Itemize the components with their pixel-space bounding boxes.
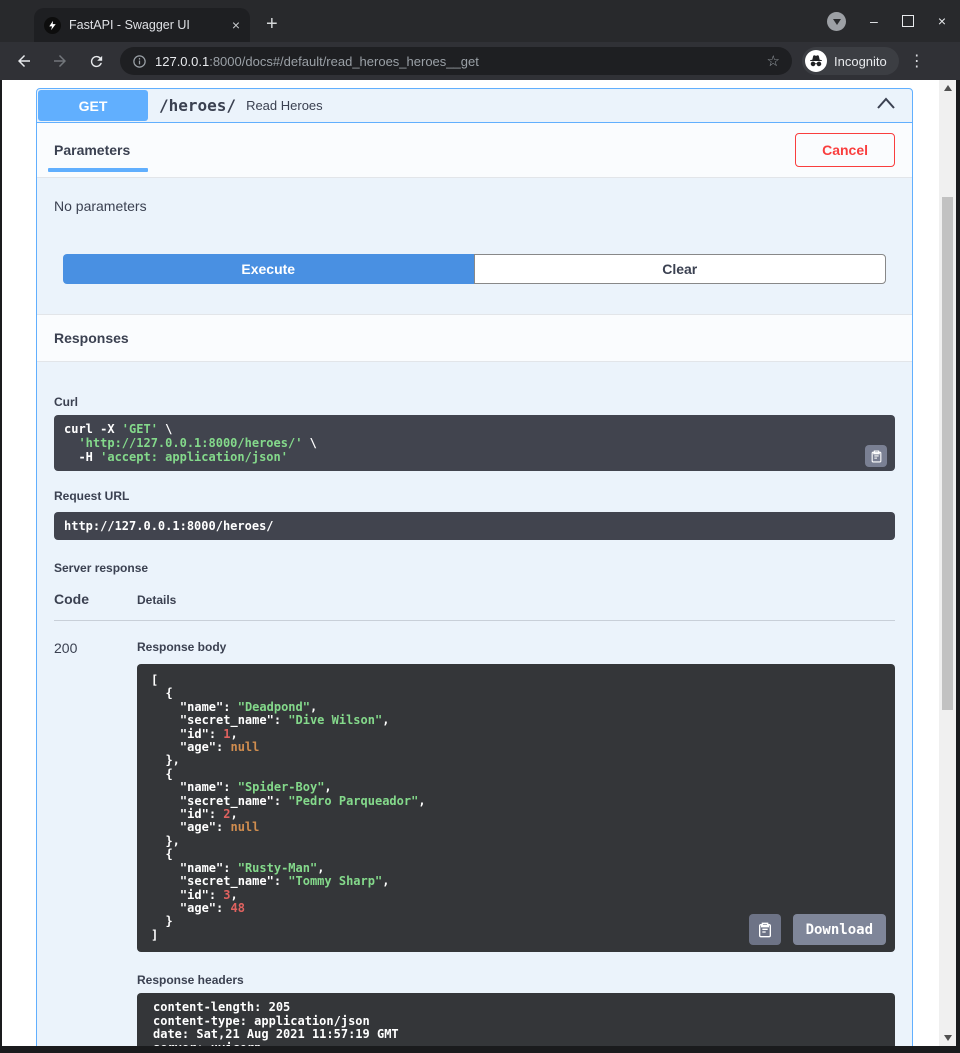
scrollbar-thumb[interactable] [942, 197, 953, 710]
browser-menu-icon[interactable]: ⋮ [909, 51, 925, 71]
browser-titlebar: FastAPI - Swagger UI × + – × [0, 0, 960, 42]
swagger-page: GET /heroes/ Read Heroes Parameters Canc… [2, 80, 956, 1046]
request-url-label: Request URL [54, 471, 895, 503]
window-controls: – × [827, 0, 960, 42]
collapse-chevron-icon[interactable] [876, 96, 896, 115]
download-button[interactable]: Download [793, 914, 886, 945]
minimize-button[interactable]: – [870, 14, 878, 28]
scroll-down-arrow-icon[interactable] [939, 1030, 956, 1046]
response-row: 200 Response body [ { "name": "Deadpond"… [54, 640, 895, 1046]
scroll-up-arrow-icon[interactable] [939, 80, 956, 96]
execute-button[interactable]: Execute [63, 254, 474, 284]
opblock-get-heroes: GET /heroes/ Read Heroes Parameters Canc… [36, 88, 913, 1046]
no-parameters-text: No parameters [37, 178, 912, 214]
execute-wrapper: Execute Clear [63, 254, 886, 284]
fastapi-favicon-icon [44, 17, 61, 34]
url-origin: 127.0.0.1 [155, 54, 209, 69]
copy-curl-button[interactable] [865, 445, 887, 467]
response-details: Response body [ { "name": "Deadpond", "s… [137, 640, 895, 1046]
cancel-button[interactable]: Cancel [795, 133, 895, 167]
response-headers-label: Response headers [137, 952, 895, 987]
reload-button[interactable] [84, 49, 108, 73]
responses-body: Curl curl -X 'GET' \ 'http://127.0.0.1:8… [37, 362, 912, 1046]
responses-header: Responses [37, 314, 912, 362]
close-window-button[interactable]: × [938, 14, 946, 28]
copy-response-button[interactable] [749, 914, 781, 945]
browser-toolbar: 127.0.0.1:8000/docs#/default/read_heroes… [0, 42, 960, 80]
back-button[interactable] [12, 49, 36, 73]
opblock-summary[interactable]: GET /heroes/ Read Heroes [37, 89, 912, 123]
responses-title: Responses [54, 330, 129, 346]
code-column-header: Code [54, 591, 137, 607]
parameters-header: Parameters Cancel [37, 123, 912, 178]
status-code: 200 [54, 640, 137, 1046]
tab-close-icon[interactable]: × [232, 18, 240, 32]
response-body-label: Response body [137, 640, 895, 654]
info-icon[interactable] [132, 54, 147, 69]
clear-button[interactable]: Clear [474, 254, 887, 284]
method-badge: GET [38, 90, 148, 121]
response-body-actions: Download [749, 914, 886, 945]
response-headers-code: content-length: 205 content-type: applic… [137, 993, 895, 1046]
maximize-button[interactable] [902, 15, 914, 27]
response-body-code: [ { "name": "Deadpond", "secret_name": "… [137, 664, 895, 952]
tab-title: FastAPI - Swagger UI [69, 18, 224, 32]
incognito-badge: Incognito [802, 47, 899, 75]
window-menu-button[interactable] [827, 12, 846, 31]
parameters-title: Parameters [54, 142, 130, 158]
clipboard-icon [870, 450, 883, 463]
server-response-label: Server response [54, 540, 895, 575]
url-text[interactable]: 127.0.0.1:8000/docs#/default/read_heroes… [155, 54, 759, 69]
details-column-header: Details [137, 593, 176, 607]
curl-command: curl -X 'GET' \ 'http://127.0.0.1:8000/h… [54, 415, 895, 471]
request-url-value: http://127.0.0.1:8000/heroes/ [54, 512, 895, 540]
curl-label: Curl [54, 362, 895, 409]
table-divider [54, 620, 895, 621]
chevron-down-icon [833, 19, 841, 25]
browser-window: FastAPI - Swagger UI × + – × 127.0.0.1:8… [0, 0, 960, 1053]
endpoint-path: /heroes/ [159, 96, 236, 115]
url-rest: :8000/docs#/default/read_heroes_heroes__… [209, 54, 479, 69]
forward-button[interactable] [48, 49, 72, 73]
response-table-header: Code Details [54, 591, 895, 607]
page-scrollbar[interactable] [939, 80, 956, 1046]
bookmark-star-icon[interactable]: ☆ [767, 52, 780, 70]
active-tab-underline [48, 168, 148, 172]
browser-tab[interactable]: FastAPI - Swagger UI × [34, 8, 250, 42]
address-bar[interactable]: 127.0.0.1:8000/docs#/default/read_heroes… [120, 47, 792, 75]
incognito-label: Incognito [834, 54, 887, 69]
clipboard-icon [757, 922, 773, 938]
incognito-icon [805, 50, 827, 72]
endpoint-summary: Read Heroes [246, 98, 876, 113]
new-tab-button[interactable]: + [266, 13, 278, 36]
